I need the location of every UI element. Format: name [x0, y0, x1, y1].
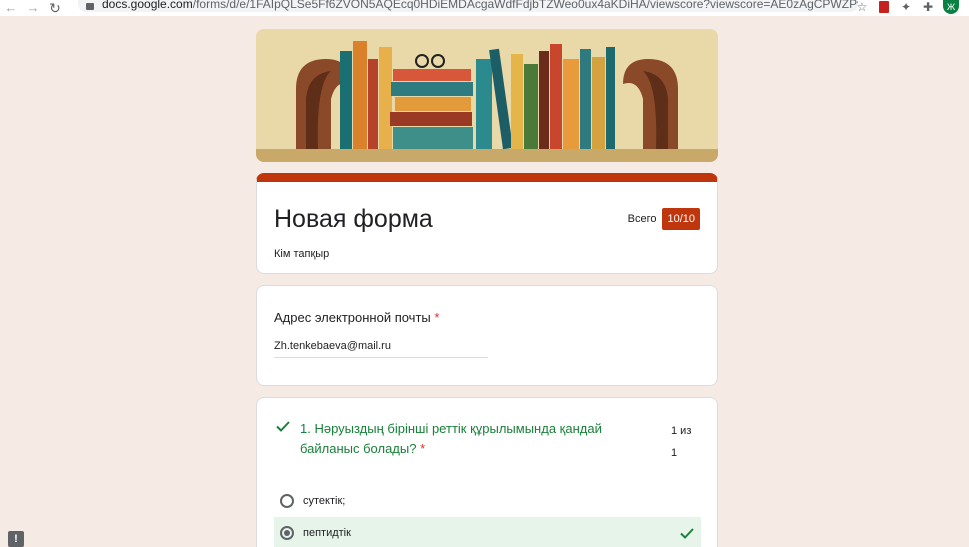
pdf-extension-icon[interactable]: [877, 1, 891, 13]
radio-button-checked: [280, 525, 294, 540]
answer-option: сутектік;: [274, 485, 701, 516]
browser-toolbar: ← → ↻ docs.google.com/forms/d/e/1FAIpQLS…: [0, 0, 969, 16]
required-asterisk: *: [434, 310, 440, 325]
puzzle-extensions-icon[interactable]: ✚: [921, 0, 935, 14]
address-bar[interactable]: docs.google.com/forms/d/e/1FAIpQLSe5Ff6Z…: [78, 0, 858, 12]
back-arrow-icon[interactable]: ←: [0, 0, 22, 16]
profile-avatar[interactable]: Ж: [943, 0, 959, 14]
total-score: Всего 10/10: [628, 208, 700, 230]
correct-check-icon: [276, 421, 290, 432]
form-title-card: Новая форма Кім тапқыр Всего 10/10: [256, 173, 718, 274]
question-points: 1 из 1: [671, 425, 692, 459]
report-feedback-icon[interactable]: !: [8, 531, 24, 547]
option-label: сутектік;: [303, 494, 346, 507]
bookshelf-illustration: [256, 29, 718, 162]
extension-icon[interactable]: ✦: [899, 0, 913, 14]
question-card-1: 1. Нәруыздың бірінші реттік құрылымында …: [256, 397, 718, 547]
reload-icon[interactable]: ↻: [44, 0, 66, 16]
toolbar-right: ☆ ✦ ✚ Ж: [855, 0, 969, 14]
required-asterisk: *: [420, 441, 426, 456]
option-label: пептидтік: [303, 526, 351, 539]
answer-option-correct: пептидтік: [274, 517, 701, 547]
forward-arrow-icon[interactable]: →: [22, 0, 44, 16]
form-header-image: [256, 29, 718, 162]
email-question-label: Адрес электронной почты *: [274, 310, 440, 325]
bookmark-star-icon[interactable]: ☆: [855, 0, 869, 14]
lock-icon: [86, 2, 94, 10]
score-badge: 10/10: [662, 208, 700, 230]
email-field: Zh.tenkebaeva@mail.ru: [274, 340, 488, 358]
radio-button: [280, 493, 294, 508]
correct-check-icon: [680, 528, 694, 539]
url-text: docs.google.com/forms/d/e/1FAIpQLSe5Ff6Z…: [102, 0, 858, 11]
form-description: Кім тапқыр: [274, 248, 330, 260]
question-text: 1. Нәруыздың бірінші реттік құрылымында …: [300, 421, 602, 456]
form-title: Новая форма: [274, 205, 433, 233]
email-question-card: Адрес электронной почты * Zh.tenkebaeva@…: [256, 285, 718, 386]
score-label: Всего: [627, 213, 657, 225]
